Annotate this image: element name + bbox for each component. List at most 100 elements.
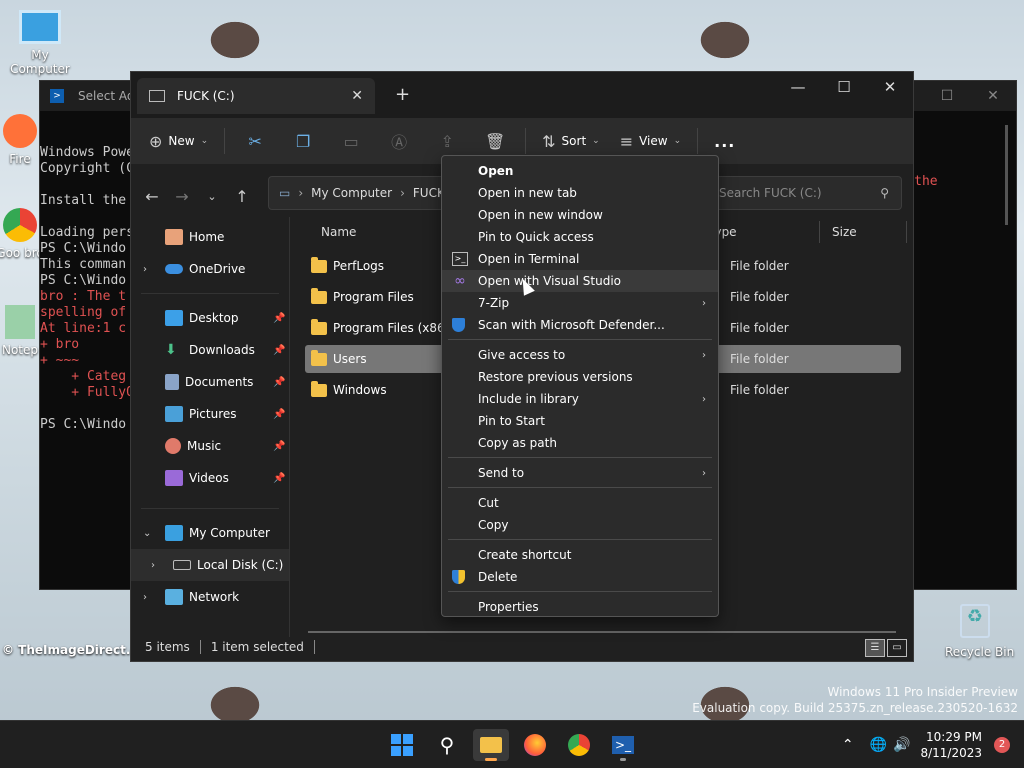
recycle-bin[interactable]: ♻	[960, 604, 990, 638]
sidebar-item-pictures[interactable]: Pictures 📌	[131, 398, 289, 430]
menu-item-properties[interactable]: Properties	[442, 596, 718, 618]
menu-label: Pin to Quick access	[478, 230, 594, 244]
menu-item-open-new-window[interactable]: Open in new window	[442, 204, 718, 226]
menu-item-include-library[interactable]: Include in library ›	[442, 388, 718, 410]
new-tab-icon[interactable]: +	[395, 84, 410, 105]
globe-icon[interactable]: 🌐	[870, 737, 887, 753]
sidebar-item-documents[interactable]: Documents 📌	[131, 366, 289, 398]
sidebar-item-videos[interactable]: Videos 📌	[131, 462, 289, 494]
forward-arrow-icon[interactable]: →	[167, 187, 197, 206]
menu-item-create-shortcut[interactable]: Create shortcut	[442, 544, 718, 566]
details-view-icon[interactable]: ☰	[865, 639, 885, 657]
menu-item-open-visual-studio[interactable]: ∞ Open with Visual Studio	[442, 270, 718, 292]
view-icon: ≡	[619, 131, 634, 151]
menu-divider	[448, 339, 712, 340]
speaker-icon[interactable]: 🔊	[893, 737, 910, 753]
pin-icon: 📌	[273, 312, 286, 324]
chevron-right-icon[interactable]: ›	[151, 560, 155, 571]
menu-label: Open in new window	[478, 208, 603, 222]
search-button[interactable]: ⚲	[429, 729, 465, 761]
close-icon[interactable]: ✕	[867, 72, 913, 102]
menu-item-7zip[interactable]: 7-Zip ›	[442, 292, 718, 314]
delete-icon[interactable]: 🗑	[471, 132, 519, 151]
taskbar-file-explorer[interactable]	[473, 729, 509, 761]
minimize-icon[interactable]: —	[775, 72, 821, 102]
menu-item-pin-start[interactable]: Pin to Start	[442, 410, 718, 432]
cut-icon[interactable]: ✂	[231, 132, 279, 151]
close-icon[interactable]: ✕	[970, 81, 1016, 111]
maximize-icon[interactable]: ☐	[821, 72, 867, 102]
file-name: PerfLogs	[333, 259, 385, 273]
firefox-icon	[524, 734, 546, 756]
pane-splitter[interactable]	[289, 217, 290, 637]
new-button[interactable]: ⊕ New ⌄	[139, 125, 218, 157]
back-arrow-icon[interactable]: ←	[137, 187, 167, 206]
menu-label: Restore previous versions	[478, 370, 633, 384]
explorer-tab[interactable]: FUCK (C:) ✕	[137, 78, 375, 114]
plus-circle-icon: ⊕	[149, 131, 163, 151]
terminal-scrollbar[interactable]	[1005, 125, 1008, 225]
sidebar-item-onedrive[interactable]: › OneDrive	[131, 253, 289, 285]
notification-badge[interactable]: 2	[994, 737, 1010, 753]
menu-item-scan-defender[interactable]: Scan with Microsoft Defender...	[442, 314, 718, 336]
new-label: New	[168, 134, 195, 148]
copy-icon[interactable]: ❐	[279, 132, 327, 151]
menu-item-delete[interactable]: Delete	[442, 566, 718, 588]
up-arrow-icon[interactable]: ↑	[227, 187, 257, 206]
paste-icon[interactable]: ▭	[327, 132, 375, 151]
chevron-right-icon[interactable]: ›	[143, 592, 147, 603]
menu-label: Open	[478, 164, 514, 178]
sidebar-item-local-disk[interactable]: › Local Disk (C:)	[131, 549, 289, 581]
sidebar-divider	[141, 293, 279, 294]
start-button[interactable]	[384, 729, 420, 761]
menu-item-give-access[interactable]: Give access to ›	[442, 344, 718, 366]
breadcrumb-my-computer[interactable]: My Computer	[311, 186, 392, 200]
recent-locations-icon[interactable]: ⌄	[197, 190, 227, 203]
sidebar-item-music[interactable]: Music 📌	[131, 430, 289, 462]
file-name: Users	[333, 352, 367, 366]
sidebar-item-label: Network	[189, 590, 240, 604]
sidebar-item-network[interactable]: › Network	[131, 581, 289, 613]
sidebar-item-downloads[interactable]: ⬇ Downloads 📌	[131, 334, 289, 366]
sidebar-item-label: Videos	[189, 471, 229, 485]
search-input[interactable]: Search FUCK (C:) ⚲	[708, 176, 902, 210]
column-header-name[interactable]: Name	[321, 225, 356, 239]
sort-button[interactable]: ⇅ Sort ⌄	[532, 125, 610, 157]
menu-item-pin-quick-access[interactable]: Pin to Quick access	[442, 226, 718, 248]
chevron-up-icon[interactable]: ⌃	[842, 737, 854, 753]
share-icon[interactable]: ⇪	[423, 132, 471, 151]
desktop-icon-my-computer[interactable]: My Computer	[0, 10, 80, 76]
menu-item-open[interactable]: Open	[442, 160, 718, 182]
file-name: Program Files (x86)	[333, 321, 450, 335]
taskbar-powershell[interactable]: >_	[605, 729, 641, 761]
taskbar-chrome[interactable]	[561, 729, 597, 761]
taskbar-firefox[interactable]	[517, 729, 553, 761]
rename-icon[interactable]: Ⓐ	[375, 129, 423, 153]
menu-item-open-new-tab[interactable]: Open in new tab	[442, 182, 718, 204]
column-divider[interactable]	[906, 221, 907, 243]
maximize-icon[interactable]: ☐	[924, 81, 970, 111]
sidebar-item-home[interactable]: Home	[131, 221, 289, 253]
chevron-right-icon[interactable]: ›	[143, 264, 147, 275]
column-header-size[interactable]: Size	[832, 225, 857, 239]
powershell-icon: >_	[612, 736, 634, 754]
sidebar-item-desktop[interactable]: Desktop 📌	[131, 302, 289, 334]
column-divider[interactable]	[819, 221, 820, 243]
chevron-down-icon[interactable]: ⌄	[143, 528, 151, 539]
firefox-icon	[3, 114, 37, 148]
more-options-button[interactable]: ...	[704, 125, 745, 157]
view-button[interactable]: ≡ View ⌄	[610, 125, 691, 157]
menu-item-copy-path[interactable]: Copy as path	[442, 432, 718, 454]
menu-item-open-terminal[interactable]: >_ Open in Terminal	[442, 248, 718, 270]
terminal-window-controls: ☐ ✕	[924, 81, 1016, 111]
menu-item-copy[interactable]: Copy	[442, 514, 718, 536]
tiles-view-icon[interactable]: ▭	[887, 639, 907, 657]
insider-line-2: Evaluation copy. Build 25375.zn_release.…	[692, 701, 1018, 715]
explorer-titlebar[interactable]: FUCK (C:) ✕ + — ☐ ✕	[131, 72, 913, 118]
menu-item-restore-versions[interactable]: Restore previous versions	[442, 366, 718, 388]
sidebar-item-my-computer[interactable]: ⌄ My Computer	[131, 517, 289, 549]
tab-close-icon[interactable]: ✕	[351, 88, 363, 104]
menu-item-send-to[interactable]: Send to ›	[442, 462, 718, 484]
menu-item-cut[interactable]: Cut	[442, 492, 718, 514]
clock[interactable]: 10:29 PM 8/11/2023	[920, 729, 982, 761]
